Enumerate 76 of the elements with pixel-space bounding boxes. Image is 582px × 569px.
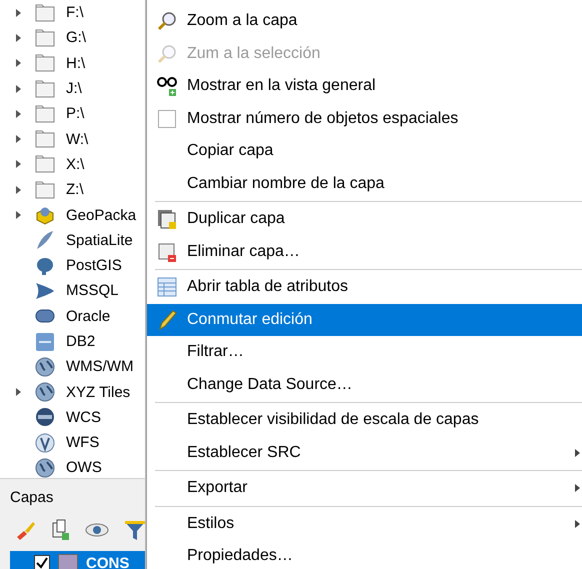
- tree-item[interactable]: Oracle: [66, 308, 110, 325]
- submenu-arrow-icon: [575, 520, 580, 528]
- tree-item[interactable]: OWS: [66, 459, 102, 476]
- submenu-arrow-icon: [575, 484, 580, 492]
- remove-layer-icon: [156, 240, 178, 263]
- glasses-plus-icon: [156, 75, 178, 98]
- menu-item[interactable]: Exportar: [147, 472, 582, 504]
- globe-icon: [34, 356, 56, 378]
- expand-arrow-icon[interactable]: [16, 84, 21, 93]
- menu-item[interactable]: Conmutar edición: [147, 304, 582, 336]
- folder-icon: [34, 26, 56, 49]
- folder-icon: [34, 102, 56, 125]
- layer-name[interactable]: CONS: [86, 554, 130, 569]
- expand-arrow-icon[interactable]: [16, 59, 21, 68]
- menu-item[interactable]: Cambiar nombre de la capa: [147, 168, 582, 200]
- expand-arrow-icon[interactable]: [16, 211, 21, 220]
- globe-icon: [34, 381, 56, 404]
- tree-item[interactable]: SpatiaLite: [66, 232, 133, 249]
- globe-icon: [34, 456, 56, 478]
- folder-icon: [34, 128, 56, 150]
- tree-item[interactable]: MSSQL: [66, 282, 119, 300]
- menu-item[interactable]: Filtrar…: [147, 336, 582, 368]
- pencil-icon: [156, 308, 178, 331]
- tree-item[interactable]: J:\: [66, 80, 82, 98]
- menu-item[interactable]: Mostrar número de objetos espaciales: [147, 102, 582, 135]
- menu-item[interactable]: Eliminar capa…: [147, 236, 582, 268]
- magnifier-icon: [156, 42, 178, 65]
- menu-item[interactable]: Establecer visibilidad de escala de capas: [147, 404, 582, 436]
- tree-item[interactable]: Z:\: [66, 181, 84, 198]
- tree-item[interactable]: WMS/WM: [66, 358, 134, 376]
- tree-item[interactable]: F:\: [66, 4, 84, 22]
- folder-icon: [34, 153, 56, 176]
- expand-arrow-icon[interactable]: [16, 160, 21, 168]
- feather-icon: [34, 229, 56, 252]
- globe-icon: [34, 432, 56, 454]
- tree-item[interactable]: DB2: [66, 333, 96, 350]
- globe-icon: [34, 406, 56, 428]
- menu-item[interactable]: Change Data Source…: [147, 368, 582, 401]
- table-icon: [156, 276, 178, 298]
- tree-item[interactable]: P:\: [66, 105, 84, 122]
- expand-arrow-icon[interactable]: [16, 34, 21, 42]
- panel-title: Capas: [10, 489, 54, 506]
- tree-item[interactable]: XYZ Tiles: [66, 384, 130, 401]
- menu-item[interactable]: Zoom a la capa: [147, 5, 582, 38]
- expand-arrow-icon[interactable]: [16, 388, 21, 396]
- expand-arrow-icon[interactable]: [16, 186, 21, 194]
- folder-icon: [34, 178, 56, 201]
- duplicate-layer-icon: [156, 208, 178, 230]
- submenu-arrow-icon: [575, 448, 580, 457]
- folder-icon: [34, 52, 56, 74]
- tree-item[interactable]: X:\: [66, 156, 84, 173]
- square-icon: [34, 330, 56, 352]
- menu-item[interactable]: Copiar capa: [147, 135, 582, 168]
- magnifier-icon: [156, 10, 178, 32]
- folder-icon: [34, 2, 56, 24]
- menu-item[interactable]: Duplicar capa: [147, 203, 582, 236]
- layer-row[interactable]: CONS: [10, 551, 145, 569]
- filter-icon[interactable]: [124, 519, 145, 541]
- menu-item[interactable]: Abrir tabla de atributos: [147, 271, 582, 304]
- tree-item[interactable]: WCS: [66, 408, 101, 426]
- expand-arrow-icon[interactable]: [16, 110, 21, 118]
- checkbox[interactable]: [158, 110, 176, 128]
- tree-item[interactable]: GeoPacka: [66, 206, 136, 224]
- tree-item[interactable]: PostGIS: [66, 257, 122, 274]
- menu-item[interactable]: Establecer SRC: [147, 436, 582, 469]
- menu-item[interactable]: Propiedades…: [147, 540, 582, 569]
- tree-item[interactable]: W:\: [66, 130, 88, 148]
- menu-item[interactable]: Mostrar en la vista general: [147, 70, 582, 102]
- expand-arrow-icon[interactable]: [16, 8, 21, 17]
- tree-item[interactable]: G:\: [66, 29, 86, 46]
- tree-item[interactable]: H:\: [66, 54, 86, 72]
- folder-icon: [34, 78, 56, 100]
- layer-checkbox[interactable]: [34, 555, 50, 569]
- menu-item[interactable]: Estilos: [147, 508, 582, 540]
- tree-item[interactable]: WFS: [66, 434, 100, 452]
- expand-arrow-icon[interactable]: [16, 135, 21, 144]
